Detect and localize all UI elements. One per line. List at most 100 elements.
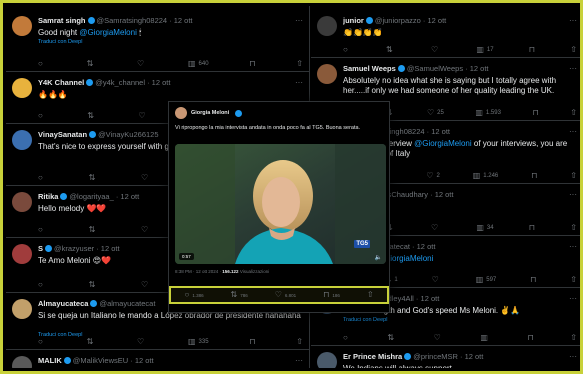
retweet-button[interactable]: ⇅ — [387, 334, 397, 342]
views-button[interactable]: ▥ 335 — [188, 338, 209, 346]
author-handle[interactable]: @VinayKu266125 — [98, 130, 158, 139]
tweet[interactable]: Er Prince Mishra @princeMSR · 12 ott ··· … — [311, 346, 580, 368]
share-button[interactable]: ⇧ — [296, 60, 303, 68]
bookmark-button[interactable]: ⊓ — [531, 172, 537, 180]
like-button[interactable]: ♡ — [141, 226, 151, 234]
views-button[interactable]: ▥ — [480, 334, 491, 342]
mute-icon[interactable]: 🔈 — [375, 254, 382, 261]
views-button[interactable]: ▥ 17 — [476, 46, 493, 54]
reply-button[interactable]: ○ — [38, 338, 46, 346]
author-handle[interactable]: @juniorpazzo · 12 ott — [375, 16, 446, 25]
author-name[interactable]: Y4K Channel — [38, 78, 84, 87]
quoted-post-popup[interactable]: Giorgia Meloni Vi ripropongo la mia inte… — [168, 101, 390, 313]
more-options-icon[interactable]: ··· — [295, 356, 303, 365]
views-button[interactable]: ▥ 34 — [476, 224, 493, 232]
bookmark-button[interactable]: ⊓ — [529, 46, 535, 54]
more-options-icon[interactable]: ··· — [569, 352, 577, 361]
reply-button[interactable]: ○ — [38, 281, 46, 289]
like-button[interactable]: ♡ 2 — [426, 172, 440, 180]
avatar[interactable] — [12, 192, 32, 212]
avatar[interactable] — [12, 78, 32, 98]
retweet-button[interactable]: ⇅ — [386, 46, 396, 54]
popup-like-button[interactable]: ♡ 6.801 — [275, 291, 296, 299]
retweet-button[interactable]: ⇅ — [89, 226, 99, 234]
bookmark-button[interactable]: ⊓ — [530, 276, 536, 284]
avatar[interactable] — [317, 352, 337, 368]
like-button[interactable]: ♡ — [431, 224, 441, 232]
like-button[interactable]: ♡ — [434, 334, 444, 342]
views-button[interactable]: ▥ 1.246 — [473, 172, 499, 180]
author-handle[interactable]: @princeMSR · 12 ott — [413, 352, 483, 361]
share-button[interactable]: ⇧ — [570, 224, 577, 232]
author-name[interactable]: S — [38, 244, 43, 253]
video-player[interactable]: 0:57 TG5 🔈 — [175, 144, 386, 264]
share-button[interactable]: ⇧ — [570, 109, 577, 117]
popup-avatar[interactable] — [175, 107, 187, 119]
author-handle[interactable]: @logarityaa_ · 12 ott — [69, 192, 139, 201]
retweet-button[interactable]: ⇅ — [87, 338, 97, 346]
like-button[interactable]: ♡ — [141, 281, 151, 289]
views-button[interactable]: ▥ 640 — [188, 60, 209, 68]
avatar[interactable] — [12, 16, 32, 36]
popup-author-name[interactable]: Giorgia Meloni — [191, 110, 229, 116]
avatar[interactable] — [317, 64, 337, 84]
like-button[interactable]: ♡ — [141, 174, 151, 182]
author-name[interactable]: junior — [343, 16, 364, 25]
popup-bookmark-button[interactable]: ⊓ 186 — [323, 291, 340, 299]
reply-button[interactable]: ○ — [343, 46, 351, 54]
author-handle[interactable]: @SamuelWeeps · 12 ott — [407, 64, 489, 73]
bookmark-button[interactable]: ⊓ — [249, 60, 255, 68]
more-options-icon[interactable]: ··· — [569, 242, 577, 251]
avatar[interactable] — [12, 299, 32, 319]
author-name[interactable]: VinaySanatan — [38, 130, 87, 139]
like-button[interactable]: ♡ — [137, 338, 147, 346]
avatar[interactable] — [12, 356, 32, 368]
bookmark-button[interactable]: ⊓ — [527, 334, 533, 342]
reply-button[interactable]: ○ — [38, 112, 46, 120]
views-button[interactable]: ▥ 1.593 — [475, 109, 501, 117]
share-button[interactable]: ⇧ — [296, 338, 303, 346]
retweet-button[interactable]: ⇅ — [89, 281, 99, 289]
more-options-icon[interactable]: ··· — [569, 294, 577, 303]
popup-share-button[interactable]: ⇧ — [367, 291, 374, 299]
author-handle[interactable]: @krazyuser · 12 ott — [54, 244, 120, 253]
author-name[interactable]: Ritika — [38, 192, 58, 201]
author-handle[interactable]: @almayucatecat — [99, 299, 155, 308]
avatar[interactable] — [12, 130, 32, 150]
more-options-icon[interactable]: ··· — [569, 64, 577, 73]
reply-button[interactable]: ○ — [38, 174, 46, 182]
more-options-icon[interactable]: ··· — [569, 16, 577, 25]
like-button[interactable]: ♡ 25 — [427, 109, 444, 117]
tweet[interactable]: MALIK@MalikViewsEU · 12 ott ··· Forza me… — [6, 350, 309, 368]
share-button[interactable]: ⇧ — [570, 172, 577, 180]
like-button[interactable]: ♡ — [432, 276, 442, 284]
author-name[interactable]: Almayucateca — [38, 299, 88, 308]
author-handle[interactable]: @y4k_channel · 12 ott — [95, 78, 170, 87]
bookmark-button[interactable]: ⊓ — [529, 224, 535, 232]
more-options-icon[interactable]: ··· — [295, 78, 303, 87]
reply-button[interactable]: ○ — [38, 60, 46, 68]
like-button[interactable]: ♡ — [138, 112, 148, 120]
retweet-button[interactable]: ⇅ — [87, 60, 97, 68]
author-name[interactable]: Samuel Weeps — [343, 64, 396, 73]
more-options-icon[interactable]: ··· — [569, 190, 577, 199]
popup-reply-button[interactable]: ○ 1.386 — [184, 291, 203, 299]
author-name[interactable]: Samrat singh — [38, 16, 86, 25]
retweet-button[interactable]: ⇅ — [87, 112, 97, 120]
avatar[interactable] — [317, 16, 337, 36]
more-options-icon[interactable]: ··· — [295, 16, 303, 25]
author-name[interactable]: Er Prince Mishra — [343, 352, 402, 361]
avatar[interactable] — [12, 244, 32, 264]
bookmark-button[interactable]: ⊓ — [249, 338, 255, 346]
share-button[interactable]: ⇧ — [570, 46, 577, 54]
reply-button[interactable]: ○ — [38, 226, 46, 234]
author-handle[interactable]: @Samratsingh08224 · 12 ott — [97, 16, 193, 25]
translate-link[interactable]: Traduci con Deepl — [343, 317, 387, 323]
author-name[interactable]: MALIK — [38, 356, 62, 365]
share-button[interactable]: ⇧ — [570, 334, 577, 342]
tweet[interactable]: Samrat singh @Samratsingh08224 · 12 ott ·… — [6, 10, 309, 72]
retweet-button[interactable]: ⇅ — [89, 174, 99, 182]
like-button[interactable]: ♡ — [137, 60, 147, 68]
share-button[interactable]: ⇧ — [570, 276, 577, 284]
author-handle[interactable]: @MalikViewsEU · 12 ott — [73, 356, 154, 365]
